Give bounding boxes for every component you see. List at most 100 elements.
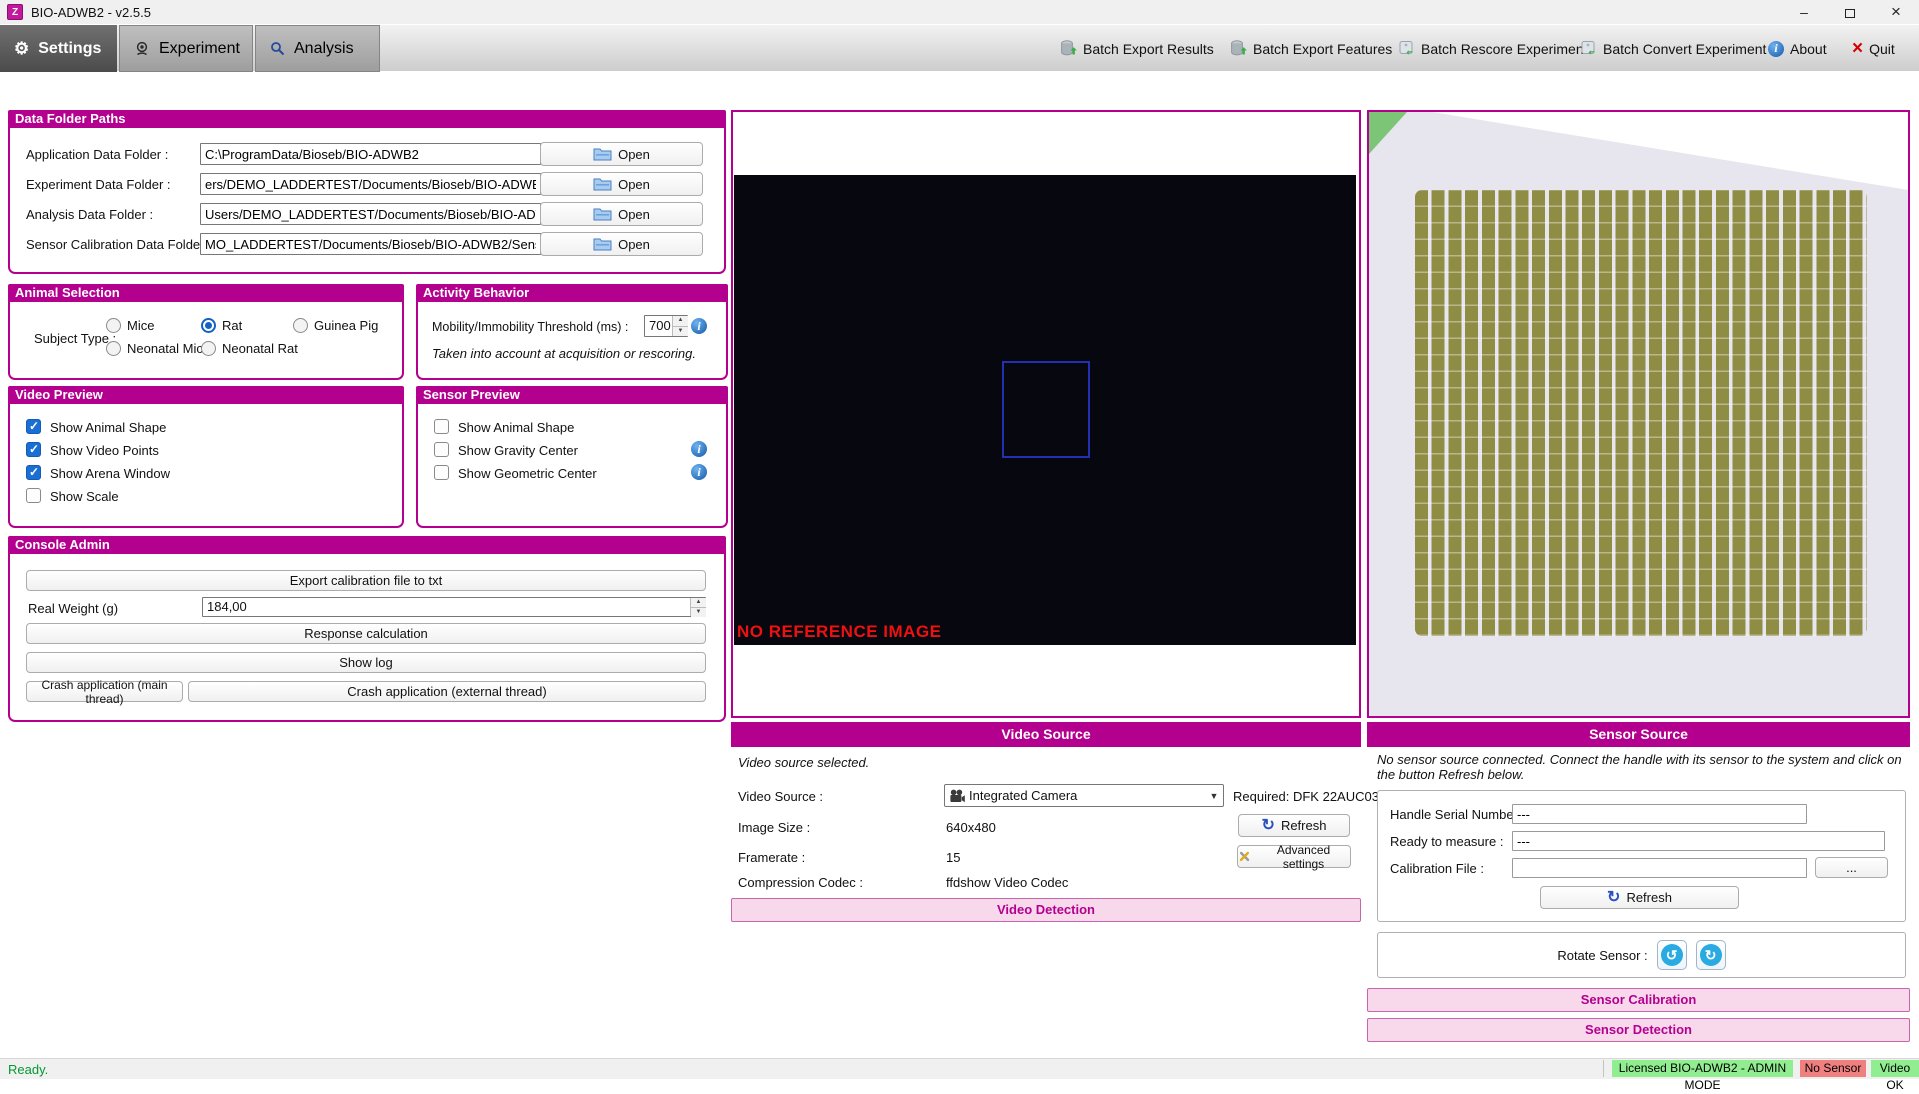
console-admin-panel: Console Admin Export calibration file to… xyxy=(8,536,726,722)
batch-export-features-button[interactable]: Batch Export Features xyxy=(1230,25,1392,72)
tab-experiment-label: Experiment xyxy=(159,40,240,58)
quit-x-icon: × xyxy=(1852,39,1863,58)
sensor-refresh-button[interactable]: ↻ Refresh xyxy=(1540,886,1739,909)
checkbox-show-scale-label[interactable]: Show Scale xyxy=(50,489,119,504)
checkbox-show-animal-shape[interactable] xyxy=(26,419,41,434)
mobility-threshold-spinner[interactable]: ▲▼ xyxy=(672,316,688,336)
calibration-file-browse-button[interactable]: ... xyxy=(1815,857,1888,878)
checkbox-show-gravity-center[interactable] xyxy=(434,442,449,457)
open-button-label: Open xyxy=(618,147,650,162)
calibration-file-input[interactable] xyxy=(1512,858,1807,878)
license-badge: Licensed BIO-ADWB2 - ADMIN MODE xyxy=(1612,1060,1793,1077)
sensor-source-header: Sensor Source xyxy=(1367,722,1910,747)
title-bar: Z BIO-ADWB2 - v2.5.5 – × xyxy=(0,0,1919,24)
radio-neonatal-mice[interactable] xyxy=(106,341,121,356)
sensor-refresh-label: Refresh xyxy=(1626,890,1672,905)
advanced-settings-button[interactable]: Advanced settings xyxy=(1237,845,1351,868)
experiment-data-folder-open-button[interactable]: Open xyxy=(540,172,703,196)
quit-label: Quit xyxy=(1869,41,1895,57)
checkbox-show-geometric-center-label[interactable]: Show Geometric Center xyxy=(458,466,597,481)
spin-up-icon[interactable]: ▲ xyxy=(673,316,688,327)
response-calculation-button[interactable]: Response calculation xyxy=(26,623,706,644)
tab-strip: ⚙ Settings Experiment Analysis Batch Exp… xyxy=(0,24,1919,71)
checkbox-sensor-show-animal-shape-label[interactable]: Show Animal Shape xyxy=(458,420,574,435)
radio-guinea-pig[interactable] xyxy=(293,318,308,333)
database-export-icon xyxy=(1230,40,1247,57)
radio-neonatal-rat[interactable] xyxy=(201,341,216,356)
convert-arrow-icon xyxy=(1580,40,1597,57)
checkbox-show-scale[interactable] xyxy=(26,488,41,503)
spin-up-icon[interactable]: ▲ xyxy=(691,598,706,608)
checkbox-show-arena-window-label[interactable]: Show Arena Window xyxy=(50,466,170,481)
checkbox-show-geometric-center[interactable] xyxy=(434,465,449,480)
analysis-data-folder-input[interactable] xyxy=(200,203,541,225)
checkbox-show-animal-shape-label[interactable]: Show Animal Shape xyxy=(50,420,166,435)
image-size-label: Image Size : xyxy=(738,820,810,835)
framerate-value: 15 xyxy=(946,850,960,865)
rotate-cw-icon: ↻ xyxy=(1700,944,1722,966)
application-data-folder-input[interactable] xyxy=(200,143,541,165)
quit-button[interactable]: × Quit xyxy=(1852,25,1895,72)
batch-rescore-experiment-button[interactable]: Batch Rescore Experiment xyxy=(1398,25,1588,72)
open-button-label: Open xyxy=(618,207,650,222)
crash-external-thread-button[interactable]: Crash application (external thread) xyxy=(188,681,706,702)
close-button[interactable]: × xyxy=(1873,0,1919,24)
rotate-clockwise-button[interactable]: ↻ xyxy=(1696,940,1726,970)
minimize-button[interactable]: – xyxy=(1781,0,1827,24)
spin-down-icon[interactable]: ▼ xyxy=(673,327,688,337)
maximize-icon xyxy=(1845,9,1855,18)
tab-experiment[interactable]: Experiment xyxy=(119,25,253,72)
sensor-calibration-data-folder-open-button[interactable]: Open xyxy=(540,232,703,256)
maximize-button[interactable] xyxy=(1827,0,1873,24)
spin-down-icon[interactable]: ▼ xyxy=(691,608,706,617)
radio-mice[interactable] xyxy=(106,318,121,333)
tab-analysis[interactable]: Analysis xyxy=(255,25,380,72)
video-preview-area: NO REFERENCE IMAGE xyxy=(731,110,1361,718)
show-log-button[interactable]: Show log xyxy=(26,652,706,673)
video-detection-bar[interactable]: Video Detection xyxy=(731,898,1361,922)
info-icon[interactable]: i xyxy=(691,464,707,480)
experiment-data-folder-input[interactable] xyxy=(200,173,541,195)
real-weight-spinner[interactable]: ▲▼ xyxy=(690,598,706,616)
tools-icon xyxy=(1238,850,1251,863)
sensor-calibration-bar[interactable]: Sensor Calibration xyxy=(1367,988,1910,1012)
video-refresh-button[interactable]: ↻ Refresh xyxy=(1238,814,1350,837)
radio-rat[interactable] xyxy=(201,318,216,333)
sensor-preview-area xyxy=(1367,110,1910,718)
application-window: Z BIO-ADWB2 - v2.5.5 – × ⚙ Settings Expe… xyxy=(0,0,1919,1079)
checkbox-show-gravity-center-label[interactable]: Show Gravity Center xyxy=(458,443,578,458)
crash-main-thread-button[interactable]: Crash application (main thread) xyxy=(26,681,183,702)
info-icon[interactable]: i xyxy=(691,441,707,457)
batch-export-features-label: Batch Export Features xyxy=(1253,41,1392,57)
real-weight-spinbox[interactable]: 184,00 xyxy=(202,597,706,617)
video-source-dropdown[interactable]: Integrated Camera ▼ xyxy=(944,784,1224,807)
application-data-folder-open-button[interactable]: Open xyxy=(540,142,703,166)
radio-mice-label[interactable]: Mice xyxy=(127,318,154,333)
checkbox-sensor-show-animal-shape[interactable] xyxy=(434,419,449,434)
handle-serial-number-input[interactable] xyxy=(1512,804,1807,824)
tab-settings[interactable]: ⚙ Settings xyxy=(0,25,117,72)
checkbox-show-video-points[interactable] xyxy=(26,442,41,457)
info-icon[interactable]: i xyxy=(691,318,707,334)
sensor-calibration-data-folder-input[interactable] xyxy=(200,233,541,255)
sensor-detection-bar[interactable]: Sensor Detection xyxy=(1367,1018,1910,1042)
checkbox-show-video-points-label[interactable]: Show Video Points xyxy=(50,443,159,458)
tab-analysis-label: Analysis xyxy=(294,40,354,58)
export-calibration-button[interactable]: Export calibration file to txt xyxy=(26,570,706,591)
about-button[interactable]: i About xyxy=(1768,25,1827,72)
activity-behavior-panel: Activity Behavior Mobility/Immobility Th… xyxy=(416,284,728,380)
batch-export-results-button[interactable]: Batch Export Results xyxy=(1060,25,1214,72)
rotate-counterclockwise-button[interactable]: ↺ xyxy=(1657,940,1687,970)
analysis-data-folder-label: Analysis Data Folder : xyxy=(26,207,153,222)
radio-rat-label[interactable]: Rat xyxy=(222,318,242,333)
radio-neonatal-rat-label[interactable]: Neonatal Rat xyxy=(222,341,298,356)
batch-convert-experiment-button[interactable]: Batch Convert Experiment xyxy=(1580,25,1766,72)
ready-to-measure-input[interactable] xyxy=(1512,831,1885,851)
checkbox-show-arena-window[interactable] xyxy=(26,465,41,480)
animal-selection-title: Animal Selection xyxy=(8,284,404,302)
analysis-data-folder-open-button[interactable]: Open xyxy=(540,202,703,226)
camera-icon xyxy=(949,789,965,803)
video-preview-panel: Video Preview Show Animal Shape Show Vid… xyxy=(8,386,404,528)
radio-neonatal-mice-label[interactable]: Neonatal Mice xyxy=(127,341,210,356)
radio-guinea-pig-label[interactable]: Guinea Pig xyxy=(314,318,378,333)
